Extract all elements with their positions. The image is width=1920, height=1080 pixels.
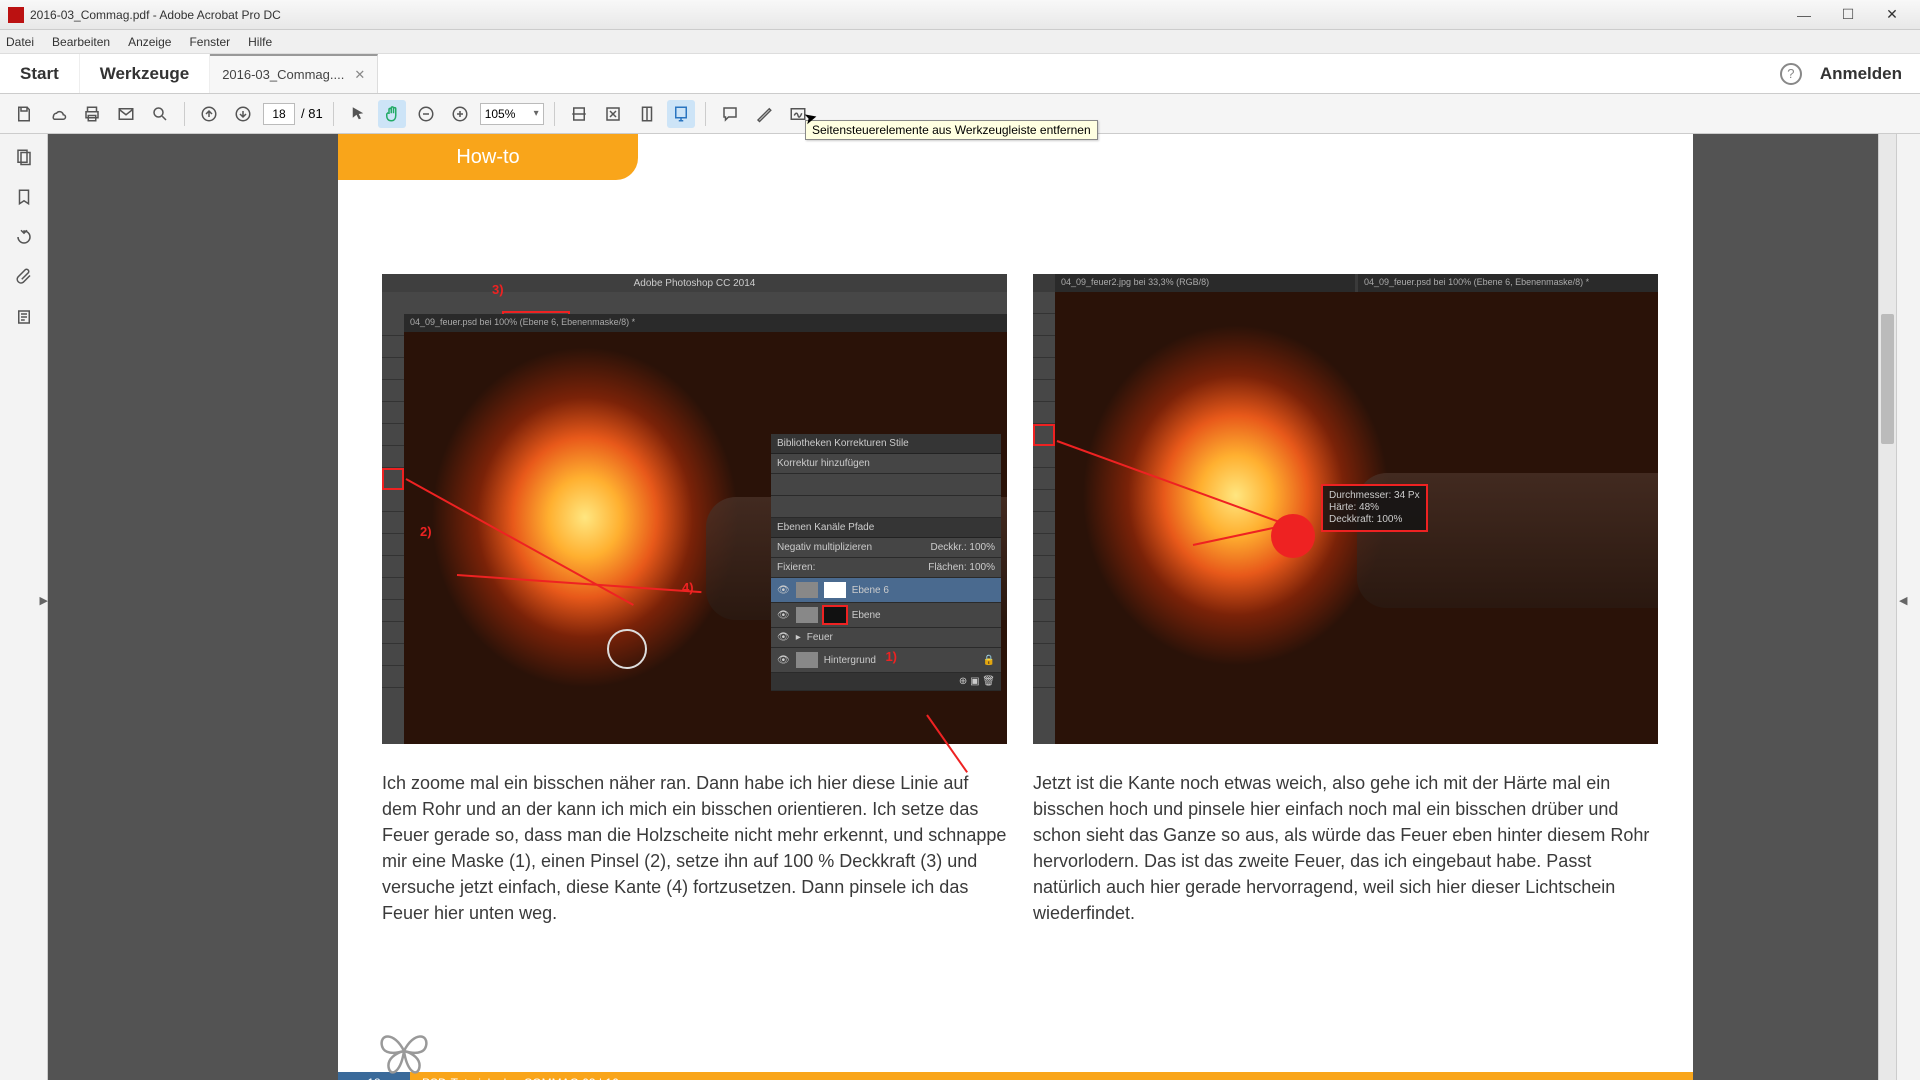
expand-right-icon[interactable]: ◀ [1899,594,1907,607]
screenshot-right: 04_09_feuer2.jpg bei 33,3% (RGB/8) 04_09… [1033,274,1658,744]
next-page-icon[interactable] [229,100,257,128]
comment-icon[interactable] [716,100,744,128]
layer-name: Feuer [807,632,833,643]
hand-tool-icon[interactable] [378,100,406,128]
ps-brush-tool-icon [382,468,404,490]
menu-window[interactable]: Fenster [189,35,230,49]
menu-edit[interactable]: Bearbeiten [52,35,110,49]
ps-tool-palette [382,314,404,744]
ps-document-tab: 04_09_feuer.psd bei 100% (Ebene 6, Ebene… [1358,274,1658,292]
menu-view[interactable]: Anzeige [128,35,171,49]
search-icon[interactable] [146,100,174,128]
layer-name: Ebene [852,610,881,621]
adjustment-icons-row [771,496,1001,518]
help-icon[interactable]: ? [1780,63,1802,85]
menu-help[interactable]: Hilfe [248,35,272,49]
tab-close-icon[interactable]: ✕ [354,67,365,83]
butterfly-logo-icon [374,1026,434,1076]
ps-app-title: Adobe Photoshop CC 2014 [382,274,1007,292]
document-canvas[interactable]: How-to Adobe Photoshop CC 2014 Normal De… [48,134,1896,1080]
pdf-page: How-to Adobe Photoshop CC 2014 Normal De… [338,134,1693,1080]
vertical-scrollbar[interactable] [1878,134,1896,1080]
cloud-icon[interactable] [44,100,72,128]
annotation-number: 2) [420,524,432,539]
ps-tool-palette [1033,292,1055,744]
menu-file[interactable]: Datei [6,35,34,49]
zoom-out-icon[interactable] [412,100,440,128]
info-line: Deckkraft: 100% [1329,514,1420,526]
highlight-icon[interactable] [750,100,778,128]
layer-opacity: Deckkr.: 100% [931,542,995,553]
minimize-button[interactable]: — [1784,4,1824,26]
paragraph-left: Ich zoome mal ein bisschen näher ran. Da… [382,770,1007,927]
fill-label: Flächen: 100% [928,562,995,573]
scrollbar-thumb[interactable] [1881,314,1894,444]
ps-options-bar: Normal Deckkr.: 100% Fluss: 100% [382,292,1007,314]
ps-brush-tool-icon [1033,424,1055,446]
brush-dot-icon [1271,514,1315,558]
signin-button[interactable]: Anmelden [1820,64,1902,84]
zoom-in-icon[interactable] [446,100,474,128]
annotation-number: 4) [682,580,694,595]
screenshot-left: Adobe Photoshop CC 2014 Normal Deckkr.: … [382,274,1007,744]
layer-panel-footer: ⊕ ▣ 🗑 [771,673,1001,691]
document-tab-label: 2016-03_Commag.... [222,67,344,82]
prev-page-icon[interactable] [195,100,223,128]
page-total-label: / 81 [301,106,323,121]
annotation-number: 3) [492,282,504,297]
footer-crumb: PSD-Tutorials.de · COMMAG 03 | 16 [410,1076,619,1080]
tab-home[interactable]: Start [0,54,80,93]
titlebar: 2016-03_Commag.pdf - Adobe Acrobat Pro D… [0,0,1920,30]
page-controls-icon[interactable] [667,100,695,128]
maximize-button[interactable]: ☐ [1828,4,1868,26]
brush-info-box: Durchmesser: 34 Px Härte: 48% Deckkraft:… [1321,484,1428,532]
bookmarks-icon[interactable] [13,186,35,208]
fit-page-icon[interactable] [599,100,627,128]
print-icon[interactable] [78,100,106,128]
info-line: Härte: 48% [1329,502,1420,514]
tooltip: Seitensteuerelemente aus Werkzeugleiste … [805,120,1098,140]
adjustment-icons-row [771,474,1001,496]
panel-tabs: Bibliotheken Korrekturen Stile [771,434,1001,454]
info-line: Durchmesser: 34 Px [1329,490,1420,502]
brush-cursor-icon [607,629,647,669]
panel-subtitle: Korrektur hinzufügen [771,454,1001,474]
tabstrip: Start Werkzeuge 2016-03_Commag.... ✕ ? A… [0,54,1920,94]
paragraph-right: Jetzt ist die Kante noch etwas weich, al… [1033,770,1658,927]
rotate-icon[interactable] [13,226,35,248]
zoom-select[interactable]: 105% [480,103,544,125]
layer-name: Hintergrund [824,655,876,666]
thumbnails-icon[interactable] [13,146,35,168]
howto-badge: How-to [338,134,638,180]
layer-tabs: Ebenen Kanäle Pfade [771,518,1001,538]
tab-tools[interactable]: Werkzeuge [80,54,210,93]
select-arrow-icon[interactable] [344,100,372,128]
blend-mode: Negativ multiplizieren [777,542,872,553]
fit-width-icon[interactable] [565,100,593,128]
email-icon[interactable] [112,100,140,128]
annotation-number: 1) [885,649,897,664]
ps-document-tab: 04_09_feuer2.jpg bei 33,3% (RGB/8) [1055,274,1355,292]
ps-document-tab: 04_09_feuer.psd bei 100% (Ebene 6, Ebene… [404,314,1007,332]
window-title: 2016-03_Commag.pdf - Adobe Acrobat Pro D… [30,8,1784,22]
right-tools-pane: ◀ [1896,134,1920,1080]
lock-label: Fixieren: [777,562,815,573]
page-number-input[interactable] [263,103,295,125]
layer-name: Ebene 6 [852,585,889,596]
menubar: Datei Bearbeiten Anzeige Fenster Hilfe [0,30,1920,54]
expand-left-icon[interactable]: ▶ [40,594,48,607]
document-tab[interactable]: 2016-03_Commag.... ✕ [210,54,378,93]
zoom-value: 105% [485,107,516,121]
acrobat-icon [8,7,24,23]
save-icon[interactable] [10,100,38,128]
attachment-icon[interactable] [13,266,35,288]
layers-icon[interactable] [13,306,35,328]
close-button[interactable]: ✕ [1872,4,1912,26]
left-nav-pane: ▶ [0,134,48,1080]
page-footer: 18 PSD-Tutorials.de · COMMAG 03 | 16 [338,1072,1693,1080]
fit-height-icon[interactable] [633,100,661,128]
